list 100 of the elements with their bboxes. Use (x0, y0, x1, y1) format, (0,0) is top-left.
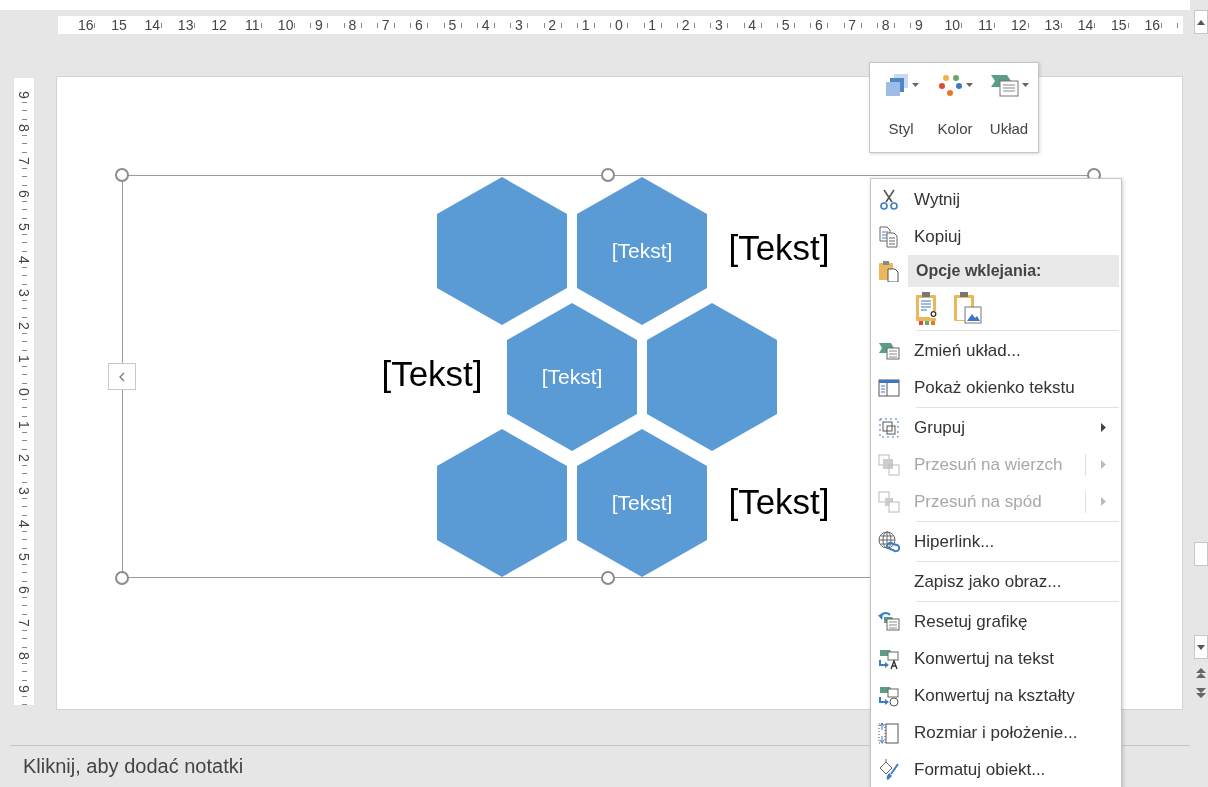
format-brush-icon (877, 758, 900, 781)
ruler-number: 2 (680, 17, 691, 33)
globe-link-icon (877, 530, 900, 553)
ruler-number: 4 (16, 254, 32, 265)
ruler-number: 4 (16, 518, 32, 529)
caret-icon (1021, 83, 1029, 87)
ruler-number: 2 (547, 17, 558, 33)
resize-handle[interactable] (115, 168, 129, 182)
color-dots-icon (937, 73, 964, 99)
toolbar-button[interactable]: Kolor (928, 73, 982, 152)
menu-item[interactable]: Konwertuj na kształty (871, 677, 1121, 714)
copy-icon (877, 225, 900, 248)
ruler-number: 10 (943, 17, 961, 33)
ruler-number: 8 (16, 650, 32, 661)
ruler-number: 13 (1043, 17, 1061, 33)
clipboard-picture-icon (953, 291, 983, 325)
ruler-number: 16 (1143, 17, 1161, 33)
menu-item[interactable]: Pokaż okienko tekstu (871, 369, 1121, 406)
scroll-thumb[interactable] (1194, 542, 1208, 566)
text-pane-toggle-button[interactable] (108, 363, 136, 390)
resize-handle[interactable] (601, 168, 615, 182)
ruler-number: 16 (76, 17, 95, 33)
scissors-icon (877, 188, 900, 211)
ruler-number: 1 (16, 419, 32, 430)
resize-handle[interactable] (601, 571, 615, 585)
ruler-number: 4 (747, 17, 758, 33)
ruler-number: 9 (16, 89, 32, 100)
ruler-number: 13 (176, 17, 195, 33)
ruler-number: 11 (244, 17, 261, 33)
ruler-number: 2 (16, 320, 32, 331)
ruler-number: 7 (847, 17, 858, 33)
up-arrow-icon (1197, 19, 1205, 25)
menu-item[interactable]: Formatuj obiekt... (871, 751, 1121, 787)
next-slide-icon[interactable] (1196, 687, 1206, 699)
ruler-number: 0 (614, 17, 624, 33)
hexagon-text: [Tekst] (611, 239, 673, 263)
menu-section-header: Opcje wklejania: (908, 255, 1119, 287)
menu-item[interactable]: Zapisz jako obraz... (871, 563, 1121, 600)
ruler-number: 9 (913, 17, 924, 33)
caret-icon (965, 83, 973, 87)
ruler-number: 1 (16, 353, 32, 364)
ruler-number: 5 (780, 17, 791, 33)
menu-item[interactable]: Konwertuj na tekst (871, 640, 1121, 677)
caret-icon (911, 83, 919, 87)
diagram-label: [Tekst] (728, 482, 830, 522)
ruler-number: 6 (814, 17, 824, 33)
ruler-number: 15 (110, 17, 128, 33)
menu-item[interactable]: Kopiuj (871, 218, 1121, 255)
ruler-number: 9 (16, 683, 32, 694)
diagram-label: [Tekst] (728, 228, 830, 268)
resize-handle[interactable] (115, 571, 129, 585)
toolbar-button[interactable]: Styl (874, 73, 928, 152)
diagram-label: [Tekst] (381, 354, 483, 394)
ruler-number: 11 (977, 17, 994, 33)
ruler-number: 8 (16, 122, 32, 133)
size-position-icon (877, 721, 900, 744)
convert-to-text-icon (877, 647, 900, 670)
ruler-number: 7 (16, 617, 32, 628)
convert-to-shapes-icon (877, 684, 900, 707)
stacked-squares-icon (883, 73, 910, 99)
ruler-number: 6 (414, 17, 424, 33)
ruler-number: 4 (480, 17, 491, 33)
bring-forward-icon (877, 453, 900, 476)
hexagon-text: [Tekst] (611, 491, 673, 515)
paste-button[interactable] (953, 291, 983, 325)
ruler-number: 8 (880, 17, 891, 33)
ruler-number: 9 (314, 17, 324, 33)
ruler-number: 0 (16, 386, 32, 397)
text-pane-icon (877, 376, 900, 399)
hexagon-text: [Tekst] (541, 365, 603, 389)
menu-item[interactable]: Hiperlink... (871, 523, 1121, 560)
ruler-number: 7 (380, 17, 391, 33)
ruler-number: 10 (276, 17, 295, 33)
clipboard-icon (877, 260, 900, 282)
scroll-up-button[interactable] (1194, 10, 1208, 34)
menu-item[interactable]: Zmień układ... (871, 332, 1121, 369)
ruler-number: 14 (1076, 17, 1095, 33)
ruler-number: 5 (447, 17, 458, 33)
ruler-number: 5 (16, 221, 32, 232)
ruler-number: 12 (210, 17, 228, 33)
ruler-number: 3 (16, 485, 32, 496)
send-backward-icon (877, 490, 900, 513)
menu-item[interactable]: Wytnij (871, 181, 1121, 218)
chevron-left-icon (119, 371, 125, 382)
group-icon (877, 416, 900, 439)
ruler-number: 12 (1010, 17, 1028, 33)
toolbar-button[interactable]: Układ (982, 73, 1036, 152)
ruler-number: 15 (1110, 17, 1128, 33)
ruler-number: 3 (16, 287, 32, 298)
menu-item[interactable]: Resetuj grafikę (871, 603, 1121, 640)
ruler-number: 2 (16, 452, 32, 463)
scroll-down-button[interactable] (1194, 635, 1208, 659)
ruler-number: 14 (143, 17, 162, 33)
ruler-number: 1 (580, 17, 591, 33)
ruler-number: 5 (16, 551, 32, 562)
ruler-number: 7 (16, 155, 32, 166)
previous-slide-icon[interactable] (1196, 667, 1206, 679)
ruler-number: 3 (714, 17, 724, 33)
menu-item[interactable]: Grupuj (871, 409, 1121, 446)
ruler-number: 3 (514, 17, 524, 33)
